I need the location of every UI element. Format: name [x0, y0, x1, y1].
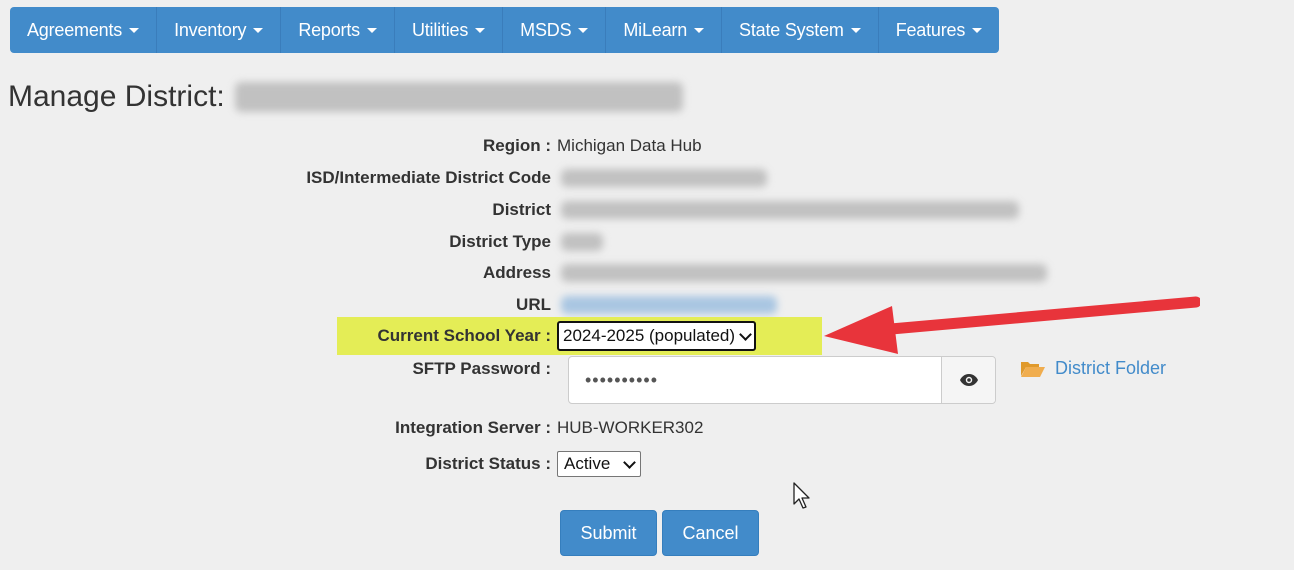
region-label: Region : [483, 136, 551, 155]
chevron-down-icon [623, 455, 636, 469]
redacted-address-value [561, 264, 1047, 282]
district-type-row: District Type [0, 230, 603, 254]
caret-down-icon [972, 27, 983, 33]
nav-state-system[interactable]: State System [722, 7, 879, 53]
sftp-password-group [568, 356, 996, 404]
district-status-select[interactable]: Active [557, 451, 641, 477]
nav-inventory[interactable]: Inventory [157, 7, 282, 53]
caret-down-icon [694, 27, 705, 33]
redacted-url-link[interactable] [561, 296, 777, 314]
integration-label: Integration Server : [395, 418, 551, 437]
red-arrow [824, 296, 1200, 354]
school-year-select[interactable]: 2024-2025 (populated) [557, 321, 757, 351]
nav-utilities[interactable]: Utilities [395, 7, 504, 53]
redacted-isd-value [561, 169, 767, 187]
region-row: Region : Michigan Data Hub [0, 134, 702, 158]
address-label: Address [482, 263, 551, 282]
nav-milearn[interactable]: MiLearn [606, 7, 723, 53]
folder-open-icon [1021, 361, 1045, 377]
nav-agreements[interactable]: Agreements [10, 7, 158, 53]
redacted-district-type-value [561, 233, 603, 251]
url-row: URL [0, 293, 777, 317]
sftp-password-input[interactable] [569, 357, 941, 403]
submit-button[interactable]: Submit [560, 510, 657, 556]
caret-down-icon [578, 27, 589, 33]
district-row: District [0, 198, 1019, 222]
status-label: District Status : [425, 454, 551, 473]
sftp-label: SFTP Password : [412, 359, 551, 378]
nav-label: Utilities [411, 19, 469, 40]
caret-down-icon [366, 27, 377, 33]
district-status-selected: Active [564, 454, 611, 473]
mouse-cursor-icon [793, 482, 810, 509]
nav-reports[interactable]: Reports [281, 7, 395, 53]
school-year-row: Current School Year : 2024-2025 (populat… [0, 321, 757, 351]
school-year-label: Current School Year : [377, 326, 551, 345]
nav-label: Reports [298, 19, 360, 40]
address-row: Address [0, 261, 1047, 285]
district-folder-link[interactable]: District Folder [1020, 358, 1166, 379]
nav-label: Inventory [174, 19, 247, 40]
page-title-text: Manage District: [8, 80, 225, 113]
nav-label: MiLearn [623, 19, 688, 40]
isd-row: ISD/Intermediate District Code [0, 166, 767, 190]
district-type-label: District Type [449, 232, 551, 251]
cancel-button[interactable]: Cancel [662, 510, 759, 556]
show-password-button[interactable] [941, 357, 995, 403]
chevron-down-icon [739, 327, 752, 341]
caret-down-icon [129, 27, 140, 33]
status-row: District Status : Active [0, 451, 641, 477]
redacted-district-name [234, 82, 683, 112]
school-year-selected: 2024-2025 (populated) [563, 326, 736, 345]
caret-down-icon [850, 27, 861, 33]
top-navbar: Agreements Inventory Reports Utilities M… [10, 7, 1000, 53]
isd-label: ISD/Intermediate District Code [306, 168, 551, 187]
district-folder-label: District Folder [1055, 358, 1167, 378]
integration-value: HUB-WORKER302 [557, 418, 704, 437]
nav-label: Features [895, 19, 966, 40]
eye-icon [959, 374, 978, 386]
district-label: District [492, 200, 551, 219]
region-value: Michigan Data Hub [557, 136, 702, 155]
nav-label: State System [739, 19, 844, 40]
url-label: URL [516, 295, 551, 314]
page-title: Manage District: [8, 80, 683, 114]
redacted-district-value [561, 201, 1019, 219]
nav-label: MSDS [520, 19, 572, 40]
caret-down-icon [253, 27, 264, 33]
nav-label: Agreements [27, 19, 123, 40]
nav-features[interactable]: Features [879, 7, 999, 53]
nav-msds[interactable]: MSDS [503, 7, 607, 53]
sftp-row: SFTP Password : [0, 357, 551, 381]
integration-row: Integration Server : HUB-WORKER302 [0, 416, 703, 440]
caret-down-icon [475, 27, 486, 33]
